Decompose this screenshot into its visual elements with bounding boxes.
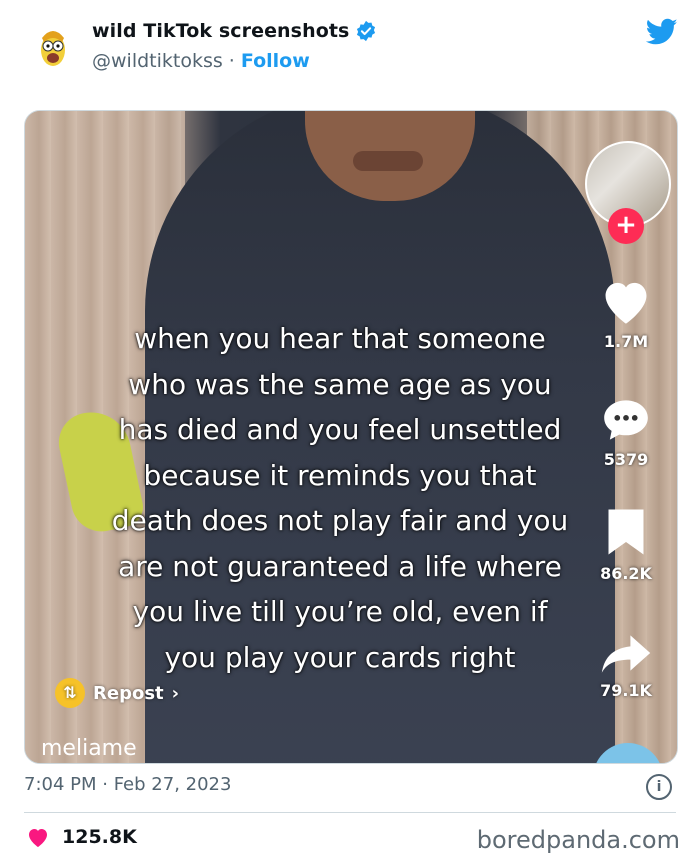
display-name[interactable]: wild TikTok screenshots [92, 20, 349, 42]
share-icon [601, 635, 651, 673]
save-count: 86.2K [600, 564, 652, 583]
repost-icon: ⇅ [55, 678, 85, 708]
comment-icon [604, 400, 648, 440]
tiktok-screenshot[interactable]: when you hear that someone who was the s… [24, 110, 678, 764]
avatar[interactable] [28, 22, 78, 72]
watermark: boredpanda.com [476, 826, 680, 854]
repost-button[interactable]: ⇅ Repost › [55, 674, 179, 712]
info-icon[interactable]: i [646, 774, 672, 800]
save-action[interactable]: 86.2K [590, 506, 662, 583]
verified-icon [357, 20, 376, 42]
repost-arrow: › [171, 682, 180, 704]
tweet-like-count: 125.8K [62, 826, 137, 848]
like-count: 1.7M [603, 332, 649, 351]
share-count: 79.1K [600, 681, 652, 700]
tweet-header: wild TikTok screenshots @wildtiktokss · … [0, 0, 700, 100]
handle[interactable]: @wildtiktokss [92, 50, 223, 72]
person-lips [353, 151, 423, 171]
tweet-likes[interactable]: 125.8K [26, 826, 137, 848]
bookmark-icon [608, 509, 644, 555]
tweet-timestamp[interactable]: 7:04 PM · Feb 27, 2023 [24, 774, 231, 795]
heart-icon [29, 829, 47, 847]
creator-username[interactable]: meliame [41, 736, 137, 761]
share-action[interactable]: 79.1K [590, 631, 662, 700]
comment-count: 5379 [603, 450, 649, 469]
heart-icon [605, 282, 647, 324]
comment-action[interactable]: 5379 [590, 396, 662, 469]
twitter-bird-icon[interactable] [646, 18, 678, 46]
repost-label: Repost [93, 682, 164, 704]
follow-button[interactable]: Follow [241, 50, 310, 72]
handle-separator: · [222, 50, 241, 72]
follow-plus-button[interactable]: + [608, 208, 644, 244]
like-action[interactable]: 1.7M [590, 276, 662, 351]
avatar-icon [28, 22, 78, 72]
divider [24, 812, 676, 813]
video-caption: when you hear that someone who was the s… [111, 322, 569, 674]
